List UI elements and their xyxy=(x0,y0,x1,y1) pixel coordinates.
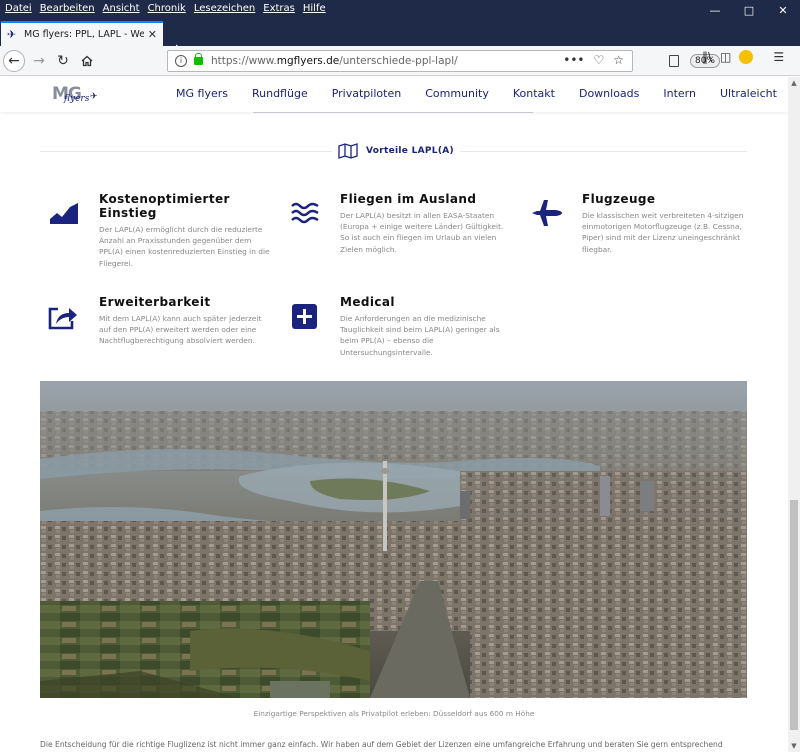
url-text[interactable]: https://www.mgflyers.de/unterschiede-ppl… xyxy=(211,55,458,67)
nav-indicator xyxy=(253,112,533,113)
menu-lesezeichen[interactable]: Lesezeichen xyxy=(191,0,258,18)
nav-mg-flyers[interactable]: MG flyers xyxy=(176,87,228,100)
addon-icon[interactable] xyxy=(739,50,754,64)
plus-square-icon xyxy=(292,304,317,329)
reader-view-icon[interactable] xyxy=(669,55,679,67)
feature-title: Medical xyxy=(340,295,395,309)
plane-favicon-icon: ✈ xyxy=(7,27,17,41)
nav-privatpiloten[interactable]: Privatpiloten xyxy=(332,87,401,100)
feature-text: Der LAPL(A) besitzt in allen EASA-Staate… xyxy=(340,211,504,254)
feature-title: Flugzeuge xyxy=(582,192,656,206)
reload-icon: ↻ xyxy=(57,53,69,69)
menu-datei[interactable]: Datei xyxy=(2,0,35,18)
page-scrollbar[interactable]: ▲ ▼ xyxy=(788,77,800,752)
map-icon xyxy=(338,143,358,159)
feature-title: Erweiterbarkeit xyxy=(99,295,211,309)
close-tab-icon[interactable]: ✕ xyxy=(148,28,157,41)
back-button[interactable]: ← xyxy=(3,50,25,72)
bookmark-star-icon[interactable]: ☆ xyxy=(613,53,624,67)
more-actions-icon[interactable]: ••• xyxy=(563,53,584,67)
url-domain: mgflyers.de xyxy=(276,55,340,67)
nav-community[interactable]: Community xyxy=(425,87,489,100)
sidebar-icon[interactable]: ◫ xyxy=(720,50,731,64)
pocket-icon[interactable]: ♡ xyxy=(593,53,604,67)
feature-medical: Medical Die Anforderungen an die medizin… xyxy=(340,295,512,358)
photo-caption: Einzigartige Perspektiven als Privatpilo… xyxy=(253,709,535,718)
toolbar-right: ‖\ ◫ ☰ xyxy=(702,50,784,64)
scroll-up-icon[interactable]: ▲ xyxy=(788,79,800,87)
scrollbar-thumb[interactable] xyxy=(790,500,798,730)
forward-button[interactable]: → xyxy=(28,50,50,72)
nav-bar: ← → ↻ i https://www.mgflyers.de/untersch… xyxy=(0,46,800,76)
area-chart-icon xyxy=(50,203,78,224)
feature-text: Die Anforderungen an die medizinische Ta… xyxy=(340,314,500,357)
info-icon[interactable]: i xyxy=(175,55,187,67)
nav-ultraleicht[interactable]: Ultraleicht xyxy=(720,87,777,100)
menu-bar: Datei Bearbeiten Ansicht Chronik Lesezei… xyxy=(0,0,800,18)
aerial-photo-image xyxy=(40,381,747,698)
nav-intern[interactable]: Intern xyxy=(663,87,696,100)
url-path: /unterschiede-ppl-lapl/ xyxy=(339,55,458,67)
reload-button[interactable]: ↻ xyxy=(52,50,74,72)
aerial-photo-duesseldorf xyxy=(40,381,747,698)
waves-icon xyxy=(291,202,319,224)
url-actions: ••• ♡ ☆ xyxy=(563,53,624,67)
home-icon xyxy=(81,55,93,67)
nav-downloads[interactable]: Downloads xyxy=(579,87,639,100)
feature-flugzeuge: Flugzeuge Die klassischen weit verbreite… xyxy=(582,192,754,255)
site-logo[interactable]: MG flyers ✈ xyxy=(52,82,102,106)
feature-title: Kostenoptimierter Einstieg xyxy=(99,192,230,220)
feature-erweiterbarkeit: Erweiterbarkeit Mit dem LAPL(A) kann auc… xyxy=(99,295,271,347)
scroll-down-icon[interactable]: ▼ xyxy=(788,742,800,750)
hamburger-menu-icon[interactable]: ☰ xyxy=(773,50,784,64)
intro-paragraph: Die Entscheidung für die richtige Flugli… xyxy=(40,740,723,749)
url-prefix: https://www. xyxy=(211,55,277,67)
nav-kontakt[interactable]: Kontakt xyxy=(513,87,555,100)
url-bar[interactable]: i https://www.mgflyers.de/unterschiede-p… xyxy=(167,50,720,72)
tab-title: MG flyers: PPL, LAPL - Welche Li xyxy=(24,29,144,40)
plane-icon xyxy=(532,200,562,226)
lock-icon[interactable] xyxy=(194,53,203,65)
section-heading: Vorteile LAPL(A) xyxy=(332,141,460,161)
feature-text: Der LAPL(A) ermöglicht durch die reduzie… xyxy=(99,225,270,268)
feature-kostenoptimierter-einstieg: Kostenoptimierter Einstieg Der LAPL(A) e… xyxy=(99,192,271,269)
active-tab[interactable]: ✈ MG flyers: PPL, LAPL - Welche Li ✕ xyxy=(1,21,163,46)
arrow-right-icon: → xyxy=(33,53,45,69)
main-nav: MG flyers Rundflüge Privatpiloten Commun… xyxy=(176,87,800,100)
feature-title: Fliegen im Ausland xyxy=(340,192,477,206)
menu-chronik[interactable]: Chronik xyxy=(145,0,189,18)
home-button[interactable] xyxy=(76,50,98,72)
menu-ansicht[interactable]: Ansicht xyxy=(100,0,143,18)
site-header: MG flyers ✈ MG flyers Rundflüge Privatpi… xyxy=(0,77,788,112)
arrow-left-icon: ← xyxy=(8,53,20,69)
share-icon xyxy=(48,307,77,330)
logo-flyers: flyers xyxy=(64,94,90,104)
tab-bar: ✈ MG flyers: PPL, LAPL - Welche Li ✕ + xyxy=(0,18,800,59)
library-icon[interactable]: ‖\ xyxy=(702,50,712,64)
nav-rundfluege[interactable]: Rundflüge xyxy=(252,87,308,100)
feature-fliegen-im-ausland: Fliegen im Ausland Der LAPL(A) besitzt i… xyxy=(340,192,512,255)
feature-text: Mit dem LAPL(A) kann auch später jederze… xyxy=(99,314,262,346)
menu-bearbeiten[interactable]: Bearbeiten xyxy=(37,0,98,18)
menu-hilfe[interactable]: Hilfe xyxy=(300,0,329,18)
feature-text: Die klassischen weit verbreiteten 4-sitz… xyxy=(582,211,744,254)
menu-extras[interactable]: Extras xyxy=(260,0,298,18)
logo-plane-icon: ✈ xyxy=(90,92,98,102)
section-title: Vorteile LAPL(A) xyxy=(366,146,454,156)
